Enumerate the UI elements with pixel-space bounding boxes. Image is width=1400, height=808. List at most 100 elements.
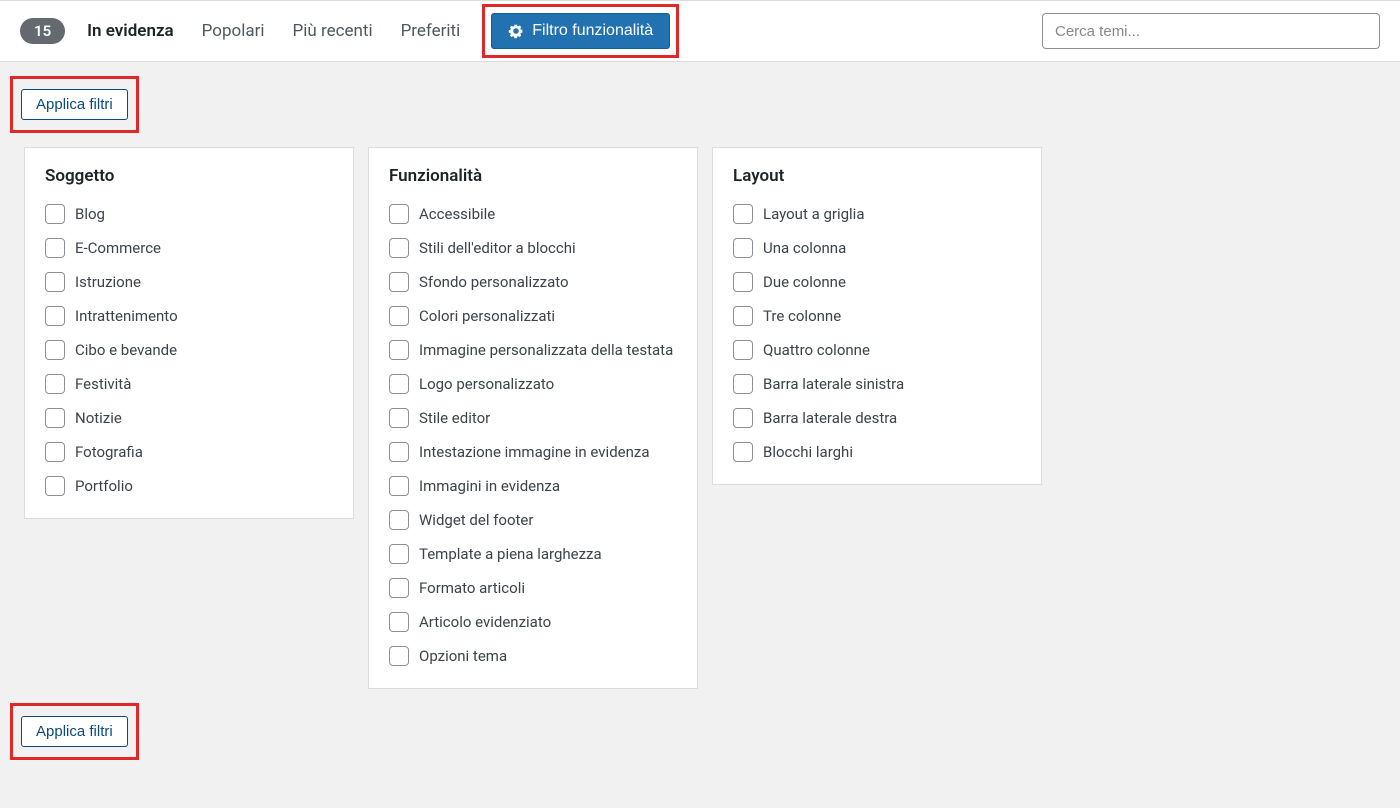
tab-popular[interactable]: Popolari bbox=[202, 21, 265, 41]
filter-option[interactable]: E-Commerce bbox=[45, 238, 333, 258]
filter-option[interactable]: Articolo evidenziato bbox=[389, 612, 677, 632]
filter-checkbox[interactable] bbox=[45, 442, 65, 462]
filter-option[interactable]: Template a piena larghezza bbox=[389, 544, 677, 564]
filter-option[interactable]: Formato articoli bbox=[389, 578, 677, 598]
filter-option-label: Immagini in evidenza bbox=[419, 477, 560, 495]
filter-columns: Soggetto BlogE-CommerceIstruzioneIntratt… bbox=[10, 147, 1390, 689]
filter-option[interactable]: Fotografia bbox=[45, 442, 333, 462]
filter-option-label: Portfolio bbox=[75, 477, 133, 495]
apply-filters-button-top[interactable]: Applica filtri bbox=[21, 89, 128, 120]
filter-checkbox[interactable] bbox=[45, 374, 65, 394]
filter-option-label: Due colonne bbox=[763, 273, 846, 291]
filter-box-features-title: Funzionalità bbox=[389, 166, 677, 186]
filter-checkbox[interactable] bbox=[733, 306, 753, 326]
filter-checkbox[interactable] bbox=[389, 306, 409, 326]
filter-option[interactable]: Widget del footer bbox=[389, 510, 677, 530]
filter-option[interactable]: Blocchi larghi bbox=[733, 442, 1021, 462]
filter-option[interactable]: Portfolio bbox=[45, 476, 333, 496]
filter-checkbox[interactable] bbox=[45, 306, 65, 326]
apply-filters-highlight-bottom: Applica filtri bbox=[10, 703, 139, 760]
filter-option[interactable]: Festività bbox=[45, 374, 333, 394]
filter-panel: Applica filtri Soggetto BlogE-CommerceIs… bbox=[0, 62, 1400, 796]
filter-option[interactable]: Layout a griglia bbox=[733, 204, 1021, 224]
filter-checkbox[interactable] bbox=[45, 476, 65, 496]
theme-count-badge: 15 bbox=[20, 18, 65, 44]
filter-option[interactable]: Due colonne bbox=[733, 272, 1021, 292]
filter-checkbox[interactable] bbox=[45, 204, 65, 224]
filter-checkbox[interactable] bbox=[389, 374, 409, 394]
filter-option[interactable]: Accessibile bbox=[389, 204, 677, 224]
filter-option-label: Tre colonne bbox=[763, 307, 841, 325]
filter-option[interactable]: Opzioni tema bbox=[389, 646, 677, 666]
filter-box-layout: Layout Layout a griglia Una colonna Due co… bbox=[712, 147, 1042, 485]
filter-checkbox[interactable] bbox=[389, 578, 409, 598]
filter-option[interactable]: Stile editor bbox=[389, 408, 677, 428]
filter-checkbox[interactable] bbox=[389, 442, 409, 462]
filter-option[interactable]: Intrattenimento bbox=[45, 306, 333, 326]
filter-option-label: Barra laterale sinistra bbox=[763, 375, 904, 393]
tab-favorites[interactable]: Preferiti bbox=[401, 21, 461, 41]
filter-option[interactable]: Colori personalizzati bbox=[389, 306, 677, 326]
filter-option-label: Intestazione immagine in evidenza bbox=[419, 443, 650, 461]
apply-filters-button-bottom[interactable]: Applica filtri bbox=[21, 716, 128, 747]
filter-box-layout-title: Layout bbox=[733, 166, 1021, 186]
filter-option-label: Cibo e bevande bbox=[75, 341, 177, 359]
search-input[interactable] bbox=[1042, 13, 1380, 49]
filter-box-subject: Soggetto BlogE-CommerceIstruzioneIntratt… bbox=[24, 147, 354, 519]
filter-checkbox[interactable] bbox=[733, 408, 753, 428]
filter-option[interactable]: Notizie bbox=[45, 408, 333, 428]
feature-filter-button[interactable]: Filtro funzionalità bbox=[491, 13, 670, 49]
filter-option[interactable]: Logo personalizzato bbox=[389, 374, 677, 394]
filter-checkbox[interactable] bbox=[733, 204, 753, 224]
filter-option[interactable]: Cibo e bevande bbox=[45, 340, 333, 360]
filter-option-label: Blocchi larghi bbox=[763, 443, 853, 461]
filter-option-label: Stile editor bbox=[419, 409, 490, 427]
apply-filters-highlight-top: Applica filtri bbox=[10, 76, 139, 133]
filter-option[interactable]: Una colonna bbox=[733, 238, 1021, 258]
tab-latest[interactable]: Più recenti bbox=[293, 21, 373, 41]
filter-option-label: Una colonna bbox=[763, 239, 846, 257]
filter-checkbox[interactable] bbox=[45, 408, 65, 428]
filter-checkbox[interactable] bbox=[733, 374, 753, 394]
tab-featured[interactable]: In evidenza bbox=[87, 21, 174, 41]
filter-checkbox[interactable] bbox=[389, 544, 409, 564]
filter-checkbox[interactable] bbox=[389, 408, 409, 428]
filter-checkbox[interactable] bbox=[389, 340, 409, 360]
filter-option[interactable]: Sfondo personalizzato bbox=[389, 272, 677, 292]
filter-option[interactable]: Blog bbox=[45, 204, 333, 224]
filter-checkbox[interactable] bbox=[45, 238, 65, 258]
filter-checkbox[interactable] bbox=[733, 272, 753, 292]
filter-option[interactable]: Tre colonne bbox=[733, 306, 1021, 326]
filter-option[interactable]: Stili dell'editor a blocchi bbox=[389, 238, 677, 258]
filter-checkbox[interactable] bbox=[389, 238, 409, 258]
filter-checkbox[interactable] bbox=[389, 272, 409, 292]
filter-option[interactable]: Barra laterale destra bbox=[733, 408, 1021, 428]
filter-option[interactable]: Istruzione bbox=[45, 272, 333, 292]
filter-option-label: Quattro colonne bbox=[763, 341, 870, 359]
filter-checkbox[interactable] bbox=[389, 476, 409, 496]
feature-filter-button-label: Filtro funzionalità bbox=[532, 22, 653, 40]
filter-checkbox[interactable] bbox=[733, 442, 753, 462]
filter-checkbox[interactable] bbox=[389, 204, 409, 224]
filter-checkbox[interactable] bbox=[389, 612, 409, 632]
filter-option-label: Sfondo personalizzato bbox=[419, 273, 569, 291]
filter-option[interactable]: Immagine personalizzata della testata bbox=[389, 340, 677, 360]
filter-checkbox[interactable] bbox=[733, 340, 753, 360]
filter-checkbox[interactable] bbox=[733, 238, 753, 258]
filter-option[interactable]: Barra laterale sinistra bbox=[733, 374, 1021, 394]
filter-option[interactable]: Intestazione immagine in evidenza bbox=[389, 442, 677, 462]
filter-option-label: E-Commerce bbox=[75, 239, 161, 257]
filter-checkbox[interactable] bbox=[389, 646, 409, 666]
filter-option-label: Notizie bbox=[75, 409, 122, 427]
filter-option[interactable]: Quattro colonne bbox=[733, 340, 1021, 360]
filter-option-label: Articolo evidenziato bbox=[419, 613, 551, 631]
filter-checkbox[interactable] bbox=[389, 510, 409, 530]
filter-checkbox[interactable] bbox=[45, 340, 65, 360]
filter-option-label: Fotografia bbox=[75, 443, 143, 461]
filter-option-label: Accessibile bbox=[419, 205, 495, 223]
filter-option[interactable]: Immagini in evidenza bbox=[389, 476, 677, 496]
filter-tabs-bar: 15 In evidenza Popolari Più recenti Pref… bbox=[0, 0, 1400, 62]
gear-icon bbox=[508, 23, 524, 39]
filter-option-label: Blog bbox=[75, 205, 105, 223]
filter-checkbox[interactable] bbox=[45, 272, 65, 292]
